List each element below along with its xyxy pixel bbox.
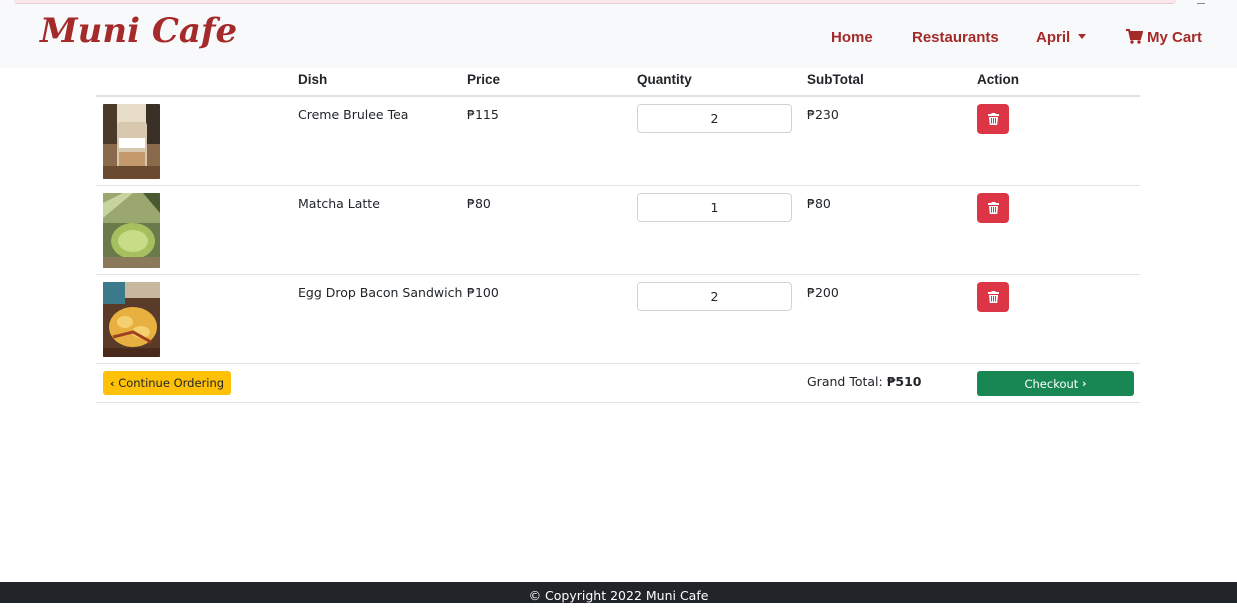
dish-subtotal: ₱200: [807, 285, 839, 300]
grand-total-value: ₱510: [886, 374, 922, 389]
checkout-label: Checkout: [1024, 376, 1079, 391]
table-row: Egg Drop Bacon Sandwich ₱100 ₱200: [96, 275, 1140, 364]
dish-image: [103, 193, 160, 268]
delete-button[interactable]: [977, 104, 1009, 134]
dish-image: [103, 282, 160, 357]
header-quantity: Quantity: [637, 72, 692, 87]
creme-brulee-tea-photo: [103, 104, 160, 179]
header-subtotal: SubTotal: [807, 72, 864, 87]
dish-price: ₱115: [467, 107, 499, 122]
quantity-input[interactable]: [637, 193, 792, 222]
trash-icon: [987, 202, 999, 214]
dish-name: Creme Brulee Tea: [298, 107, 409, 122]
top-edge-mark: [1197, 0, 1205, 4]
dish-price: ₱80: [467, 196, 491, 211]
continue-ordering-button[interactable]: ‹ Continue Ordering: [103, 371, 232, 395]
table-row: Creme Brulee Tea ₱115 ₱230: [96, 97, 1140, 186]
quantity-cell: [637, 104, 792, 133]
delete-button[interactable]: [977, 282, 1009, 312]
trash-icon: [987, 291, 999, 303]
browser-top-strip: [0, 0, 1237, 7]
checkout-button[interactable]: Checkout ›: [977, 371, 1134, 396]
chevron-right-icon: ›: [1081, 377, 1087, 390]
cart-table: Dish Price Quantity SubTotal Action Crem…: [96, 68, 1140, 403]
matcha-latte-photo: [103, 193, 160, 268]
brand-logo[interactable]: Muni Cafe: [40, 11, 237, 51]
action-cell: [977, 104, 1009, 134]
header-dish: Dish: [298, 72, 328, 87]
egg-drop-bacon-sandwich-photo: [103, 282, 160, 357]
cart-summary-row: ‹ Continue Ordering Grand Total: ₱510 Ch…: [96, 364, 1140, 403]
table-header: Dish Price Quantity SubTotal Action: [96, 68, 1140, 97]
chevron-left-icon: ‹: [110, 376, 115, 390]
nav-restaurants-link[interactable]: Restaurants: [912, 29, 999, 46]
dish-price: ₱100: [467, 285, 499, 300]
quantity-input[interactable]: [637, 282, 792, 311]
user-dropdown-label: April: [1036, 29, 1071, 46]
nav-home-link[interactable]: Home: [831, 29, 873, 46]
copyright-text: © Copyright 2022 Muni Cafe: [528, 588, 709, 603]
dish-name: Matcha Latte: [298, 196, 380, 211]
dish-subtotal: ₱230: [807, 107, 839, 122]
quantity-input[interactable]: [637, 104, 792, 133]
nav-cart-label: My Cart: [1147, 29, 1203, 46]
page-footer: © Copyright 2022 Muni Cafe: [0, 582, 1237, 603]
top-edge-bar: [14, 0, 1176, 4]
cart-icon: [1126, 29, 1143, 44]
table-row: Matcha Latte ₱80 ₱80: [96, 186, 1140, 275]
navbar: Muni Cafe Home Restaurants April My Cart: [0, 7, 1237, 68]
quantity-cell: [637, 193, 792, 222]
user-dropdown[interactable]: April: [1036, 29, 1087, 46]
action-cell: [977, 282, 1009, 312]
grand-total: Grand Total: ₱510: [807, 374, 922, 389]
header-price: Price: [467, 72, 501, 87]
header-action: Action: [977, 72, 1019, 87]
continue-ordering-label: Continue Ordering: [118, 376, 225, 390]
caret-down-icon: [1078, 34, 1087, 39]
quantity-cell: [637, 282, 792, 311]
dish-subtotal: ₱80: [807, 196, 831, 211]
action-cell: [977, 193, 1009, 223]
nav-cart-link[interactable]: My Cart: [1126, 29, 1202, 46]
grand-total-label: Grand Total:: [807, 374, 883, 389]
dish-image: [103, 104, 160, 179]
delete-button[interactable]: [977, 193, 1009, 223]
dish-name: Egg Drop Bacon Sandwich: [298, 285, 463, 300]
trash-icon: [987, 113, 999, 125]
